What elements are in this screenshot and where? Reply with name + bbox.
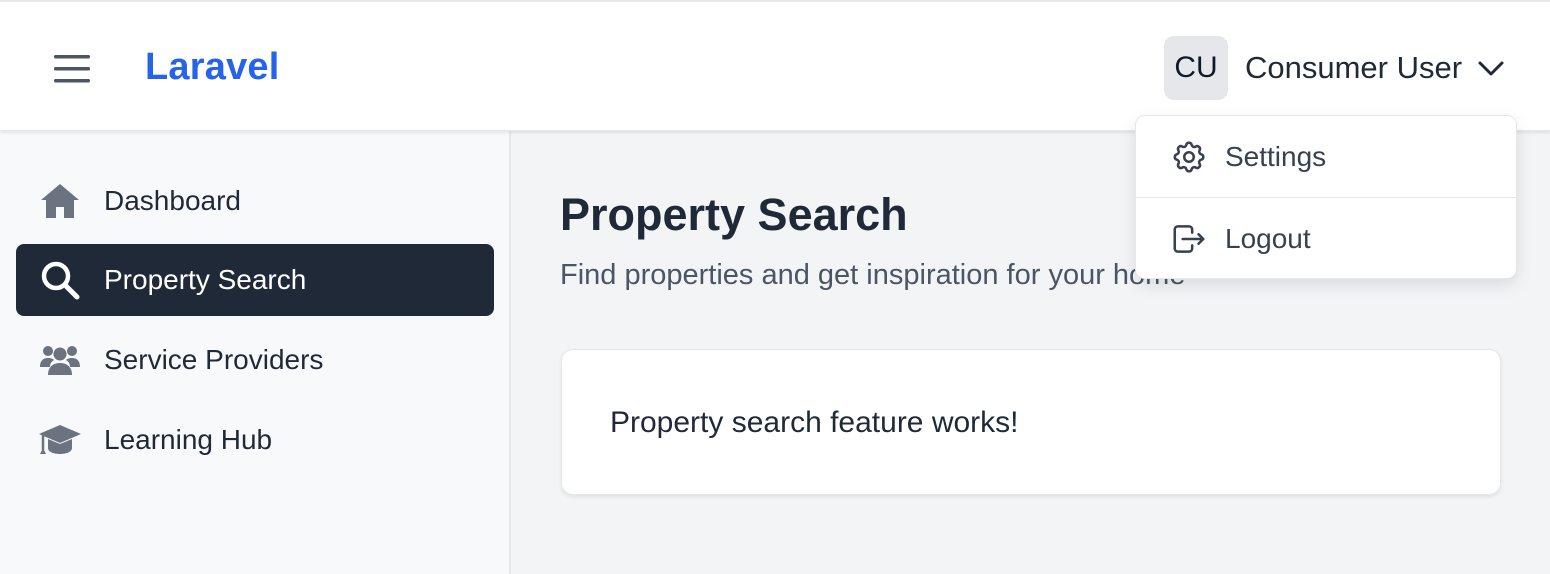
sidebar-item-dashboard[interactable]: Dashboard [16, 165, 494, 237]
avatar: CU [1164, 36, 1228, 100]
sidebar-item-learning-hub[interactable]: Learning Hub [16, 404, 494, 476]
graduation-cap-icon [38, 418, 82, 462]
sidebar-item-property-search[interactable]: Property Search [16, 244, 494, 316]
user-menu-button[interactable]: CU Consumer User [1164, 36, 1506, 100]
sidebar-item-label: Dashboard [104, 185, 241, 216]
dropdown-item-label: Settings [1225, 140, 1327, 172]
search-icon [38, 258, 82, 302]
user-dropdown-menu: Settings Logout [1135, 115, 1517, 279]
hamburger-icon[interactable] [52, 52, 92, 86]
sidebar: Dashboard Property Search Service Provid… [0, 131, 511, 574]
card-message: Property search feature works! [610, 406, 1019, 439]
page-title: Property Search [560, 189, 908, 240]
brand-logo[interactable]: Laravel [145, 46, 280, 89]
users-icon [38, 338, 82, 382]
dropdown-item-label: Logout [1225, 222, 1311, 254]
user-name: Consumer User [1245, 50, 1463, 85]
sidebar-item-label: Learning Hub [104, 424, 273, 455]
dropdown-item-settings[interactable]: Settings [1136, 116, 1516, 197]
gear-icon [1170, 138, 1208, 176]
sidebar-item-service-providers[interactable]: Service Providers [16, 324, 494, 396]
top-header: Laravel CU Consumer User [0, 0, 1550, 131]
page-subtitle: Find properties and get inspiration for … [560, 259, 1186, 291]
logout-icon [1170, 220, 1208, 258]
sidebar-item-label: Property Search [104, 264, 307, 295]
sidebar-item-label: Service Providers [104, 344, 324, 375]
content-card: Property search feature works! [561, 349, 1501, 495]
dropdown-item-logout[interactable]: Logout [1136, 198, 1516, 279]
home-icon [38, 179, 82, 223]
chevron-down-icon [1478, 61, 1504, 76]
